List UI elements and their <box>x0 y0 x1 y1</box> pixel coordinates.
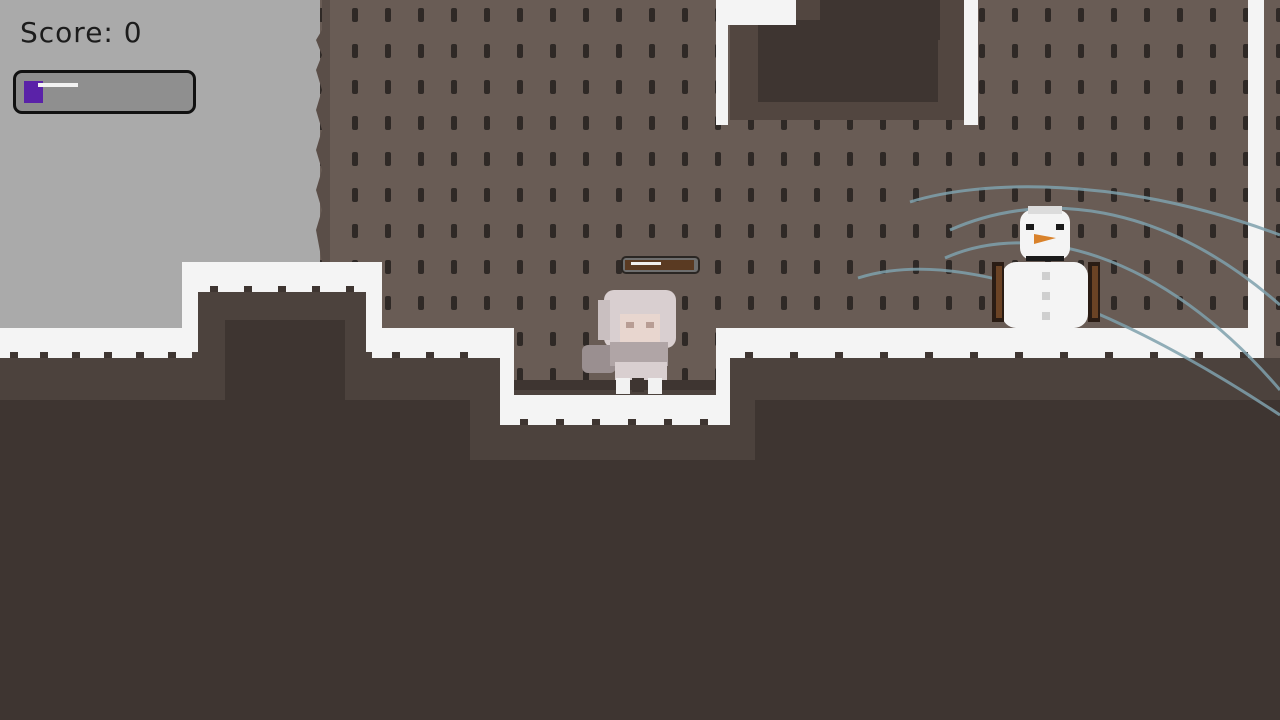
score-label: Score: 0 <box>20 16 143 49</box>
snow-ledge-right <box>716 328 1264 358</box>
energy-bar-shine <box>38 83 78 87</box>
ceiling-snow-right <box>964 0 978 125</box>
ceiling-snow-top <box>716 0 796 25</box>
player-health-bar <box>621 256 700 274</box>
energy-bar <box>13 70 196 114</box>
game-scene: Score: 0 <box>0 0 1280 720</box>
snow-pit-floor <box>500 395 730 425</box>
right-wall-snow <box>1248 0 1264 345</box>
snow-ledge-left <box>0 328 192 358</box>
player-health-shine <box>631 262 661 265</box>
